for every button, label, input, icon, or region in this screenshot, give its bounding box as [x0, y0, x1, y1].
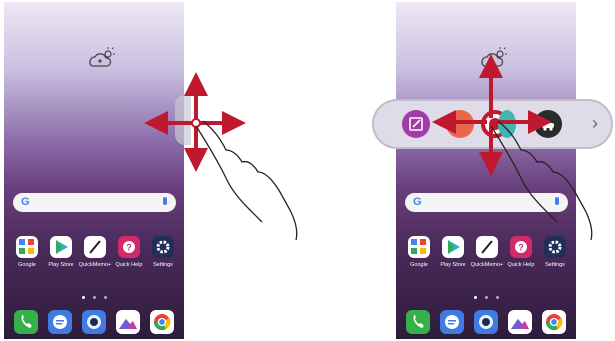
- gesture-overlay: [144, 54, 593, 241]
- hand-icon: [195, 120, 298, 241]
- hand-icon: [490, 120, 593, 241]
- four-way-arrow-left: [144, 72, 246, 172]
